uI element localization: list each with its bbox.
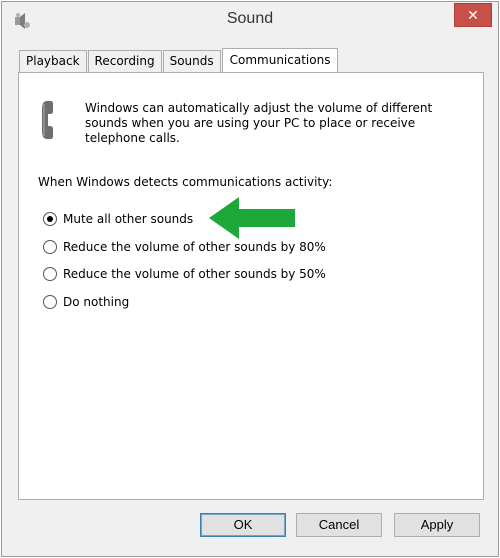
option-label: Reduce the volume of other sounds by 50% bbox=[63, 267, 326, 281]
title-bar[interactable]: Sound ✕ bbox=[2, 2, 498, 40]
ok-button[interactable]: OK bbox=[200, 513, 286, 537]
apply-button[interactable]: Apply bbox=[394, 513, 480, 537]
communications-description: Windows can automatically adjust the vol… bbox=[85, 101, 433, 145]
option-reduce-50[interactable]: Reduce the volume of other sounds by 50% bbox=[43, 265, 326, 283]
option-label: Do nothing bbox=[63, 295, 130, 309]
radio-button-checked[interactable] bbox=[43, 212, 57, 226]
cancel-button[interactable]: Cancel bbox=[296, 513, 382, 537]
option-mute-all[interactable]: Mute all other sounds bbox=[43, 210, 193, 228]
option-do-nothing[interactable]: Do nothing bbox=[43, 293, 129, 311]
communications-panel: Windows can automatically adjust the vol… bbox=[18, 72, 484, 500]
telephone-handset-icon bbox=[42, 101, 53, 139]
window-title: Sound bbox=[226, 10, 274, 27]
tab-recording[interactable]: Recording bbox=[87, 50, 162, 72]
sound-dialog: Sound ✕ Playback Recording Sounds Commun… bbox=[1, 1, 499, 557]
radio-button[interactable] bbox=[43, 240, 57, 254]
radio-button[interactable] bbox=[43, 295, 57, 309]
close-button[interactable]: ✕ bbox=[454, 3, 492, 27]
communications-prompt: When Windows detects communications acti… bbox=[38, 175, 333, 189]
green-arrow-icon bbox=[209, 197, 295, 239]
tab-strip: Playback Recording Sounds Communications bbox=[19, 48, 339, 73]
tab-communications[interactable]: Communications bbox=[221, 48, 339, 73]
tab-playback[interactable]: Playback bbox=[19, 50, 87, 72]
radio-button[interactable] bbox=[43, 267, 57, 281]
option-label: Mute all other sounds bbox=[63, 212, 194, 226]
option-label: Reduce the volume of other sounds by 80% bbox=[63, 240, 326, 254]
tab-sounds[interactable]: Sounds bbox=[162, 50, 221, 72]
option-reduce-80[interactable]: Reduce the volume of other sounds by 80% bbox=[43, 238, 326, 256]
